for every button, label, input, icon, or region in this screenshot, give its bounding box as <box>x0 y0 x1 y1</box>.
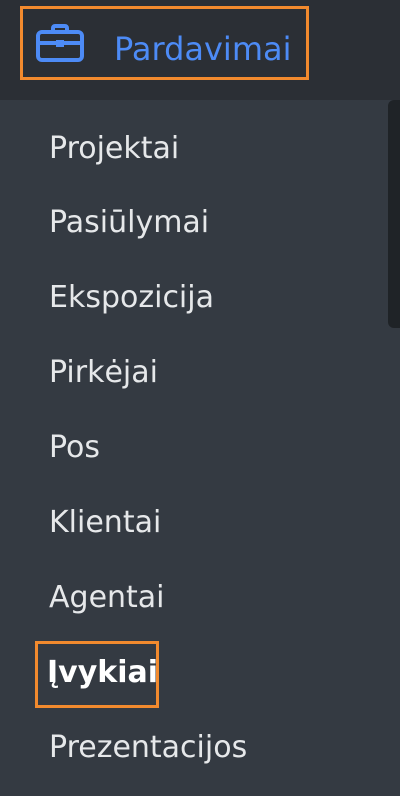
sidebar-item-prezentacijos[interactable]: Prezentacijos <box>49 728 247 768</box>
sidebar-item-klientai[interactable]: Klientai <box>49 503 161 543</box>
sidebar-section-sales[interactable]: Pardavimai <box>0 0 400 100</box>
sidebar-item-agentai[interactable]: Agentai <box>49 578 165 618</box>
sidebar-item-ekspozicija[interactable]: Ekspozicija <box>49 278 214 318</box>
sidebar-item-pos[interactable]: Pos <box>49 428 100 468</box>
section-title: Pardavimai <box>114 30 292 68</box>
sidebar-item-pasiulymai[interactable]: Pasiūlymai <box>49 203 209 243</box>
sidebar: Pardavimai Projektai Pasiūlymai Ekspozic… <box>0 0 400 796</box>
sidebar-item-projektai[interactable]: Projektai <box>49 129 179 169</box>
briefcase-icon <box>36 24 84 62</box>
scrollbar-thumb[interactable] <box>388 100 400 328</box>
sidebar-item-pirkejai[interactable]: Pirkėjai <box>49 353 158 393</box>
active-item-highlight-box <box>35 641 159 708</box>
